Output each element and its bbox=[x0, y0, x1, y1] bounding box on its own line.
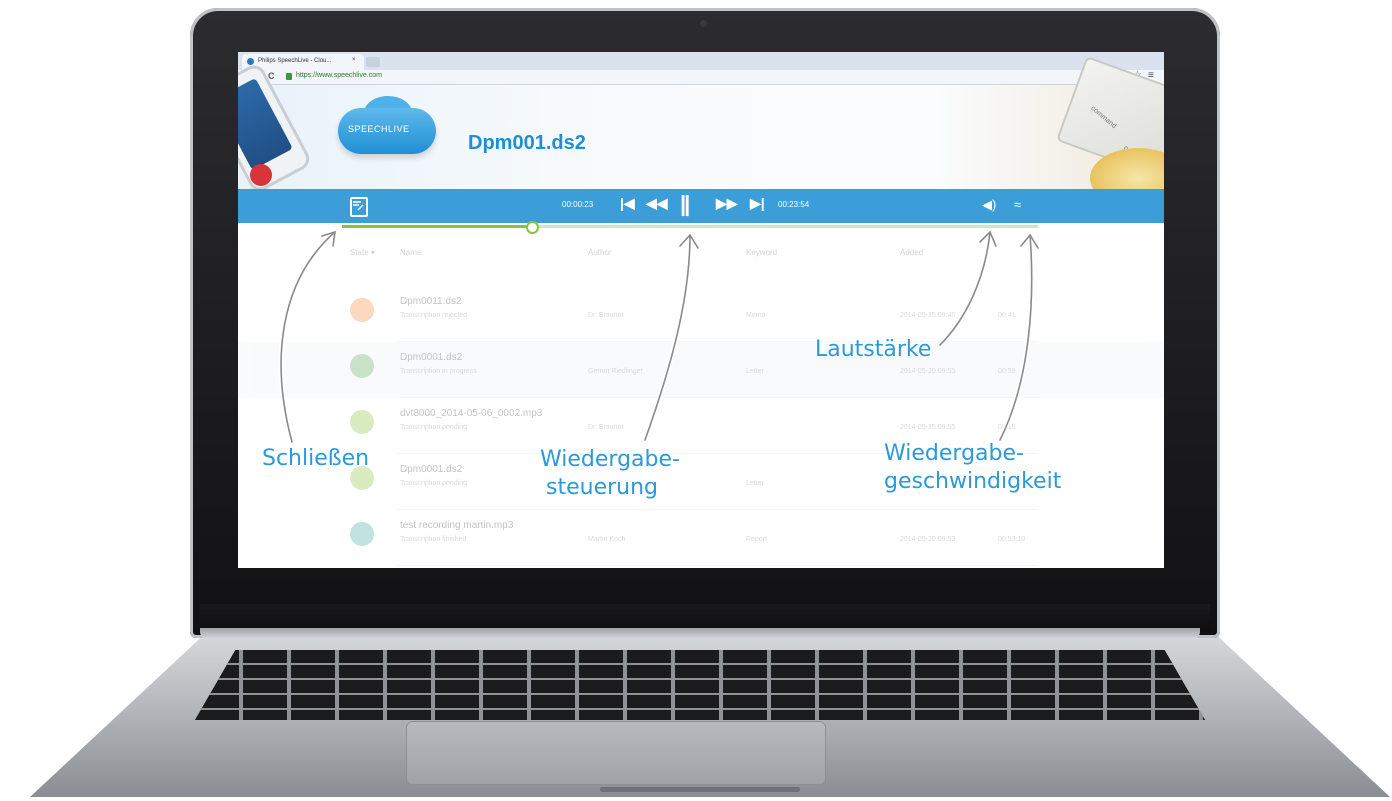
row-added: 2014-05-15 09:45 bbox=[900, 312, 956, 319]
tab-title: Philips SpeechLive - Clou... bbox=[258, 58, 332, 64]
row-divider bbox=[398, 397, 1038, 398]
header-state[interactable]: State ▾ bbox=[350, 248, 375, 257]
table-row[interactable]: Dpm0001.ds2 Transcription in progress Gern… bbox=[348, 344, 1048, 398]
row-status: Transcription pending bbox=[400, 424, 468, 431]
tab-close-button[interactable]: × bbox=[352, 57, 356, 63]
table-row[interactable]: Dpm0011.ds2 Transcription rejected Dr. Bra… bbox=[348, 288, 1048, 342]
laptop-hinge bbox=[200, 628, 1200, 638]
row-status: Transcription finished bbox=[400, 536, 467, 543]
row-keyword: Report bbox=[746, 536, 768, 543]
row-author: Dr. Brauner bbox=[588, 312, 624, 319]
row-keyword: Memo bbox=[746, 312, 766, 319]
row-divider bbox=[398, 341, 1038, 342]
status-icon bbox=[350, 298, 374, 322]
playback-speed-icon[interactable]: ≈ bbox=[1014, 197, 1021, 212]
row-name: dvt8000_2014-05-06_0002.mp3 bbox=[400, 408, 543, 419]
annotation-speed-line2: geschwindigkeit bbox=[884, 469, 1062, 494]
status-icon bbox=[350, 354, 374, 378]
annotation-volume: Lautstärke bbox=[815, 337, 932, 362]
new-tab-button[interactable] bbox=[366, 57, 380, 67]
status-icon bbox=[350, 410, 374, 434]
row-added: 2014-05-15 09:55 bbox=[900, 424, 956, 431]
progress-fill bbox=[342, 225, 530, 228]
header-author[interactable]: Author bbox=[588, 248, 612, 257]
laptop-trackpad bbox=[407, 722, 825, 784]
row-duration: 00:59 bbox=[998, 368, 1016, 375]
table-row[interactable]: test recording martin.mp3 Transcription f… bbox=[348, 512, 1048, 566]
row-name: Dpm0001.ds2 bbox=[400, 352, 463, 363]
logo-text: SPEECHLIVE bbox=[348, 124, 410, 134]
row-author: Gernot Riedlinger bbox=[588, 368, 643, 375]
file-table: State ▾ Name Author Keyword Added Dpm001… bbox=[238, 232, 1164, 568]
row-keyword: Letter bbox=[746, 368, 764, 375]
row-status: Transcription in progress bbox=[400, 368, 477, 375]
fast-forward-button[interactable]: ▶▶ bbox=[716, 195, 738, 212]
row-status: Transcription pending bbox=[400, 480, 468, 487]
header-name[interactable]: Name bbox=[400, 248, 421, 257]
player-bar: 00:00:23 |◀ ◀◀ || ▶▶ ▶| 00:23:54 ◀) ≈ bbox=[238, 189, 1164, 223]
row-author: Martin Koch bbox=[588, 536, 626, 543]
status-icon bbox=[350, 522, 374, 546]
favicon-icon bbox=[247, 58, 254, 65]
row-divider bbox=[398, 565, 1038, 566]
row-name: Dpm0011.ds2 bbox=[400, 296, 462, 307]
row-author: Dr. Brauner bbox=[588, 424, 624, 431]
annotation-speed-line1: Wiedergabe- bbox=[884, 441, 1024, 466]
skip-to-end-button[interactable]: ▶| bbox=[750, 195, 765, 212]
volume-icon[interactable]: ◀) bbox=[982, 197, 996, 213]
skip-to-start-button[interactable]: |◀ bbox=[620, 195, 635, 212]
row-name: Dpm0001.ds2 bbox=[400, 464, 463, 475]
row-keyword: Letter bbox=[746, 480, 764, 487]
address-bar: ← → C https://www.speechlive.com ☆ ≡ bbox=[238, 70, 1164, 85]
rewind-button[interactable]: ◀◀ bbox=[646, 195, 668, 212]
row-duration: 00:53:10 bbox=[998, 536, 1026, 543]
url-field[interactable]: https://www.speechlive.com bbox=[296, 72, 382, 79]
annotation-playback-line2: steuerung bbox=[546, 475, 658, 500]
row-name: test recording martin.mp3 bbox=[400, 520, 514, 531]
row-added: 2014-05-20 09:53 bbox=[900, 536, 956, 543]
browser-tab-bar: Philips SpeechLive - Clou... × bbox=[238, 52, 1164, 70]
row-duration: 00:41 bbox=[998, 312, 1016, 319]
close-player-icon[interactable] bbox=[350, 197, 368, 217]
laptop-front-notch bbox=[600, 787, 800, 792]
header-keyword[interactable]: Keyword bbox=[746, 248, 777, 257]
header-added[interactable]: Added bbox=[900, 248, 923, 257]
webcam-icon bbox=[700, 20, 707, 27]
row-added: 2014-05-20 09:55 bbox=[900, 368, 956, 375]
total-time: 00:23:54 bbox=[778, 200, 810, 209]
annotation-close: Schließen bbox=[262, 446, 370, 471]
current-time: 00:00:23 bbox=[562, 200, 594, 209]
page-title: Dpm001.ds2 bbox=[468, 132, 586, 154]
lock-icon bbox=[286, 73, 292, 80]
record-icon bbox=[250, 164, 272, 186]
annotation-playback-line1: Wiedergabe- bbox=[540, 447, 680, 472]
pause-button[interactable]: || bbox=[680, 191, 690, 217]
row-duration: 00:15 bbox=[998, 424, 1016, 431]
laptop-keyboard-rows bbox=[195, 650, 1205, 720]
row-divider bbox=[398, 509, 1038, 510]
row-status: Transcription rejected bbox=[400, 312, 468, 319]
